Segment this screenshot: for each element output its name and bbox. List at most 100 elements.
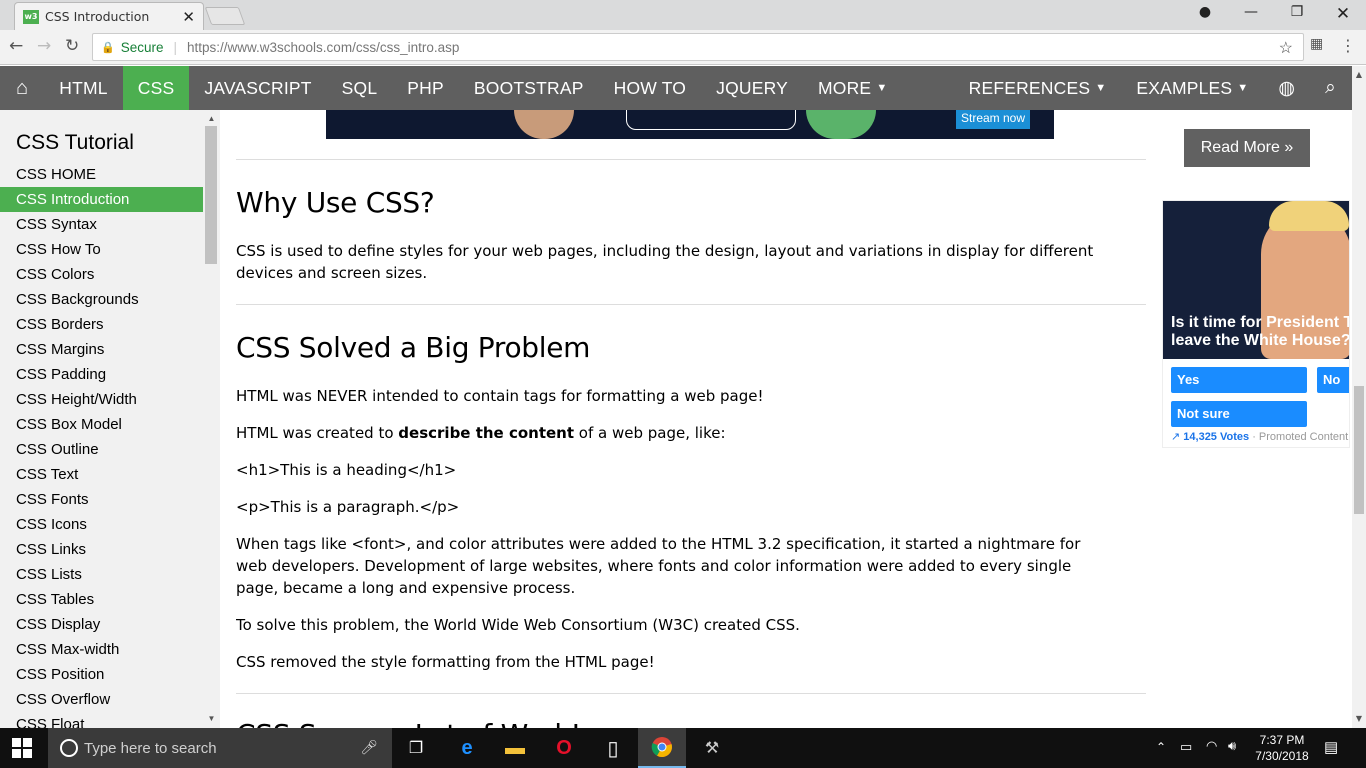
sidebar-item-css-overflow[interactable]: CSS Overflow — [0, 687, 203, 712]
windows-start-icon[interactable] — [12, 738, 32, 758]
globe-icon[interactable]: ◍ — [1263, 66, 1310, 110]
volume-icon[interactable]: 🔊︎ — [1228, 738, 1236, 754]
sidebar-item-css-text[interactable]: CSS Text — [0, 462, 203, 487]
sidebar-item-css-fonts[interactable]: CSS Fonts — [0, 487, 203, 512]
sidebar-item-css-colors[interactable]: CSS Colors — [0, 262, 203, 287]
profile-icon[interactable]: ● — [1194, 4, 1216, 24]
wifi-icon[interactable]: ◠ — [1206, 738, 1217, 754]
back-button[interactable]: ← — [9, 36, 23, 56]
sidebar-item-css-syntax[interactable]: CSS Syntax — [0, 212, 203, 237]
nav-item-html[interactable]: HTML — [44, 66, 122, 110]
sidebar-item-css-padding[interactable]: CSS Padding — [0, 362, 203, 387]
paragraph: HTML was created to describe the content… — [236, 424, 726, 442]
banner-speech-bubble — [626, 110, 796, 130]
opera-icon[interactable]: O — [540, 728, 588, 768]
page-scroll-thumb[interactable] — [1354, 386, 1364, 514]
caret-down-icon: ▼ — [876, 82, 888, 94]
sidebar-item-css-tables[interactable]: CSS Tables — [0, 587, 203, 612]
url-text: https://www.w3schools.com/css/css_intro.… — [187, 40, 459, 55]
forward-button[interactable]: → — [37, 36, 51, 56]
tab-title: CSS Introduction — [45, 9, 150, 24]
nav-item-jquery[interactable]: JQUERY — [701, 66, 803, 110]
ad-hair-image — [1269, 201, 1349, 231]
sidebar-scroll-thumb[interactable] — [205, 126, 217, 264]
home-icon[interactable]: ⌂ — [0, 66, 44, 110]
minimize-button[interactable]: — — [1240, 4, 1262, 24]
notepad-icon[interactable]: ▯ — [589, 728, 637, 768]
sidebar-item-css-box-model[interactable]: CSS Box Model — [0, 412, 203, 437]
nav-right-items: REFERENCES ▼ EXAMPLES ▼ — [954, 66, 1264, 110]
sidebar-item-css-borders[interactable]: CSS Borders — [0, 312, 203, 337]
task-view-icon[interactable]: ❐ — [392, 728, 440, 768]
sidebar-item-css-margins[interactable]: CSS Margins — [0, 337, 203, 362]
browser-tab[interactable]: w3 CSS Introduction ✕ — [14, 2, 204, 30]
sidebar-item-css-max-width[interactable]: CSS Max-width — [0, 637, 203, 662]
ad-banner[interactable]: Stream now — [326, 110, 1054, 139]
chrome-menu-icon[interactable]: ⋮ — [1340, 36, 1356, 55]
sidebar-item-css-lists[interactable]: CSS Lists — [0, 562, 203, 587]
sidebar-item-css-introduction[interactable]: CSS Introduction — [0, 187, 203, 212]
sidebar-item-css-position[interactable]: CSS Position — [0, 662, 203, 687]
ad-footer: ↗ 14,325 Votes · Promoted Content — [1171, 431, 1349, 443]
file-explorer-icon[interactable]: ▬ — [491, 728, 539, 768]
battery-icon[interactable]: ▭ — [1180, 739, 1192, 755]
sidebar-item-css-icons[interactable]: CSS Icons — [0, 512, 203, 537]
nav-item-how-to[interactable]: HOW TO — [599, 66, 702, 110]
search-icon[interactable]: ⌕ — [1310, 66, 1352, 110]
scroll-down-icon[interactable]: ▼ — [203, 714, 220, 723]
nav-item-javascript[interactable]: JAVASCRIPT — [189, 66, 326, 110]
sidebar-item-css-home[interactable]: CSS HOME — [0, 162, 203, 187]
url-path: /css/css_intro.asp — [352, 39, 460, 55]
sidebar-item-css-display[interactable]: CSS Display — [0, 612, 203, 637]
nav-item-php[interactable]: PHP — [392, 66, 459, 110]
close-tab-icon[interactable]: ✕ — [182, 8, 195, 26]
sidebar-item-css-outline[interactable]: CSS Outline — [0, 437, 203, 462]
divider — [236, 159, 1146, 160]
show-hidden-icons-icon[interactable]: ⌃ — [1156, 740, 1166, 754]
top-navigation: ⌂ HTML CSS JAVASCRIPT SQL PHP BOOTSTRAP HOW TO… — [0, 66, 1352, 110]
sidebar-item-css-float[interactable]: CSS Float — [0, 712, 203, 728]
divider — [236, 304, 1146, 305]
trend-icon: ↗ — [1171, 431, 1181, 443]
heading-partial: CSS Saves a Lot of Work! — [236, 718, 582, 728]
nav-item-examples[interactable]: EXAMPLES ▼ — [1121, 66, 1263, 110]
nav-item-references[interactable]: REFERENCES ▼ — [954, 66, 1122, 110]
restore-button[interactable]: ❐ — [1286, 4, 1308, 24]
caret-down-icon: ▼ — [1237, 82, 1249, 94]
extension-icon[interactable]: ▦ — [1310, 36, 1323, 52]
main-content: Stream now Why Use CSS? CSS is used to d… — [236, 110, 1146, 728]
ad-no-button[interactable]: No — [1317, 367, 1349, 393]
cortana-icon — [60, 739, 78, 757]
notifications-icon[interactable]: ▤ — [1324, 738, 1338, 756]
ad-not-sure-button[interactable]: Not sure — [1171, 401, 1307, 427]
paragraph: CSS is used to define styles for your we… — [236, 242, 1094, 282]
scroll-down-icon[interactable]: ▼ — [1352, 714, 1366, 723]
taskbar-search[interactable]: Type here to search 🎤︎ — [48, 728, 392, 768]
clock[interactable]: 7:37 PM 7/30/2018 — [1252, 732, 1312, 764]
bold-text: describe the content — [398, 424, 575, 442]
sidebar-item-css-height-width[interactable]: CSS Height/Width — [0, 387, 203, 412]
read-more-button[interactable]: Read More » — [1184, 129, 1310, 167]
chrome-icon[interactable] — [638, 728, 686, 768]
nav-item-sql[interactable]: SQL — [327, 66, 393, 110]
scroll-up-icon[interactable]: ▲ — [203, 114, 220, 123]
clock-date: 7/30/2018 — [1255, 749, 1309, 763]
sidebar-item-css-how-to[interactable]: CSS How To — [0, 237, 203, 262]
nav-item-bootstrap[interactable]: BOOTSTRAP — [459, 66, 599, 110]
scroll-up-icon[interactable]: ▲ — [1352, 70, 1366, 79]
ad-yes-button[interactable]: Yes — [1171, 367, 1307, 393]
reload-button[interactable]: ↻ — [65, 36, 79, 56]
nav-item-css[interactable]: CSS — [122, 66, 190, 110]
sidebar-item-css-backgrounds[interactable]: CSS Backgrounds — [0, 287, 203, 312]
microphone-icon[interactable]: 🎤︎ — [360, 739, 378, 756]
tools-icon[interactable]: ⚒ — [688, 728, 736, 768]
stream-now-button[interactable]: Stream now — [956, 110, 1030, 129]
close-window-button[interactable]: ✕ — [1332, 4, 1354, 24]
address-bar[interactable]: 🔒 Secure | https://www.w3schools.com/css… — [92, 33, 1304, 61]
nav-item-more[interactable]: MORE ▼ — [803, 66, 902, 110]
poll-ad[interactable]: Is it time for President Tleave the Whit… — [1162, 200, 1350, 448]
new-tab-button[interactable] — [204, 7, 246, 25]
sidebar-item-css-links[interactable]: CSS Links — [0, 537, 203, 562]
edge-icon[interactable]: e — [443, 728, 491, 768]
bookmark-star-icon[interactable]: ☆ — [1279, 38, 1293, 58]
